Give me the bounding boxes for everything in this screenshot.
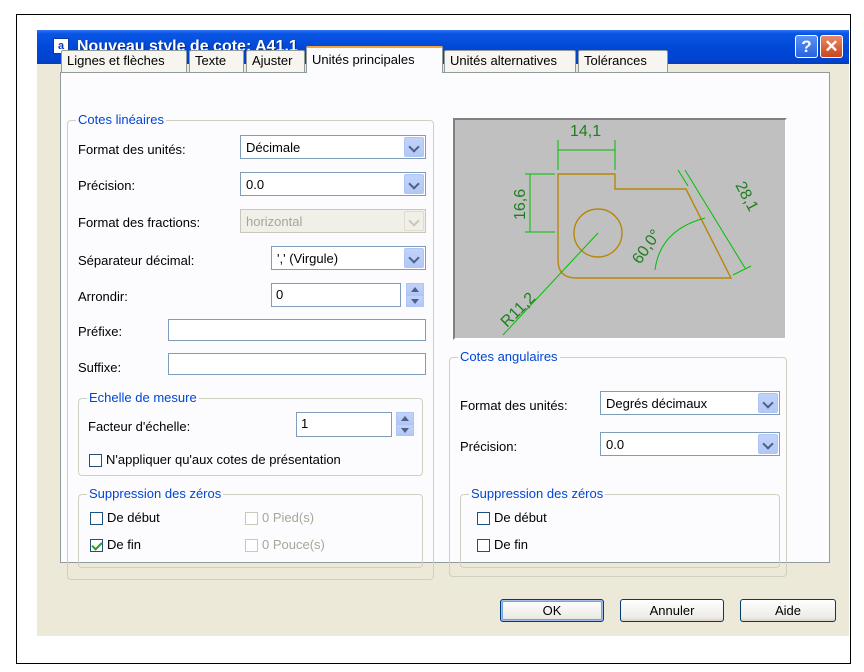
spin-down-icon[interactable] bbox=[396, 424, 414, 436]
chevron-down-icon[interactable] bbox=[758, 434, 778, 454]
chevron-down-icon[interactable] bbox=[404, 137, 424, 157]
linear-trailing-checkbox[interactable] bbox=[90, 539, 103, 552]
preview-labels: 14,1 16,6 28,1 60,0° R11,2 bbox=[498, 123, 761, 331]
inches-checkbox bbox=[245, 539, 258, 552]
preview-drawing: 14,1 16,6 28,1 60,0° R11,2 bbox=[498, 123, 761, 336]
help-title-button[interactable]: ? bbox=[795, 35, 818, 58]
suffix-label: Suffixe: bbox=[78, 360, 122, 375]
round-off-input[interactable]: 0 bbox=[271, 283, 401, 307]
help-button[interactable]: Aide bbox=[740, 599, 836, 622]
ext-line bbox=[732, 265, 752, 276]
scale-factor-label: Facteur d'échelle: bbox=[88, 419, 191, 434]
close-title-button[interactable]: ✕ bbox=[820, 35, 843, 58]
linear-leading-checkbox[interactable] bbox=[90, 512, 103, 525]
feet-checkbox bbox=[245, 512, 258, 525]
fraction-format-label: Format des fractions: bbox=[78, 215, 201, 230]
angular-leading-checkbox[interactable] bbox=[477, 512, 490, 525]
unit-format-value: Décimale bbox=[246, 140, 301, 155]
dim-text-radius: R11,2 bbox=[498, 289, 539, 330]
round-off-spinner[interactable] bbox=[406, 283, 424, 307]
chevron-down-icon[interactable] bbox=[404, 174, 424, 194]
angular-trailing-label: De fin bbox=[494, 537, 528, 552]
fraction-format-dropdown: horizontal bbox=[240, 209, 426, 233]
unit-format-dropdown[interactable]: Décimale bbox=[240, 135, 426, 159]
dim-text-left: 16,6 bbox=[512, 189, 529, 220]
chevron-down-icon[interactable] bbox=[404, 248, 424, 268]
angular-format-dropdown[interactable]: Degrés décimaux bbox=[600, 391, 780, 415]
ok-button[interactable]: OK bbox=[500, 599, 604, 622]
prefix-input[interactable] bbox=[168, 319, 426, 341]
angular-format-value: Degrés décimaux bbox=[606, 396, 708, 411]
linear-group-legend: Cotes linéaires bbox=[76, 112, 166, 127]
tab-tolerances[interactable]: Tolérances bbox=[578, 50, 668, 72]
angular-zero-legend: Suppression des zéros bbox=[469, 486, 606, 501]
angular-group-legend: Cotes angulaires bbox=[458, 349, 560, 364]
chevron-down-icon[interactable] bbox=[758, 393, 778, 413]
chevron-down-icon bbox=[404, 211, 424, 231]
angular-leading-label: De début bbox=[494, 510, 547, 525]
dimension-preview: 14,1 16,6 28,1 60,0° R11,2 bbox=[453, 118, 787, 340]
tab-text[interactable]: Texte bbox=[189, 50, 244, 72]
decimal-separator-value: ',' (Virgule) bbox=[277, 251, 339, 266]
spin-up-icon[interactable] bbox=[396, 412, 414, 424]
fraction-format-value: horizontal bbox=[246, 214, 303, 229]
inches-label: 0 Pouce(s) bbox=[262, 537, 325, 552]
spin-up-icon[interactable] bbox=[406, 283, 424, 295]
precision-dropdown[interactable]: 0.0 bbox=[240, 172, 426, 196]
feet-label: 0 Pied(s) bbox=[262, 510, 315, 525]
round-off-label: Arrondir: bbox=[78, 289, 128, 304]
angular-zero-suppression-group: Suppression des zéros bbox=[460, 486, 780, 568]
prefix-label: Préfixe: bbox=[78, 324, 123, 339]
scale-factor-spinner[interactable] bbox=[396, 412, 414, 436]
angular-precision-value: 0.0 bbox=[606, 437, 625, 452]
decimal-separator-dropdown[interactable]: ',' (Virgule) bbox=[271, 246, 426, 270]
dim-text-right: 28,1 bbox=[731, 179, 761, 215]
dim-text-angle: 60,0° bbox=[629, 227, 664, 268]
tab-alternate-units[interactable]: Unités alternatives bbox=[444, 50, 576, 72]
angular-precision-dropdown[interactable]: 0.0 bbox=[600, 432, 780, 456]
suffix-input[interactable] bbox=[168, 353, 426, 375]
dim-text-top: 14,1 bbox=[570, 123, 601, 140]
dim-arc-angle bbox=[654, 217, 706, 271]
preview-dimensions bbox=[502, 140, 752, 336]
linear-trailing-label: De fin bbox=[107, 537, 141, 552]
tab-fit[interactable]: Ajuster bbox=[246, 50, 305, 72]
round-off-value: 0 bbox=[276, 287, 284, 302]
tab-lines-arrows[interactable]: Lignes et flèches bbox=[61, 50, 187, 72]
decimal-separator-label: Séparateur décimal: bbox=[78, 253, 195, 268]
precision-value: 0.0 bbox=[246, 177, 265, 192]
angular-precision-label: Précision: bbox=[460, 439, 518, 454]
angular-format-label: Format des unités: bbox=[460, 398, 568, 413]
tab-primary-units[interactable]: Unités principales bbox=[306, 46, 443, 73]
linear-leading-label: De début bbox=[107, 510, 160, 525]
layout-only-label: N'appliquer qu'aux cotes de présentation bbox=[106, 452, 341, 467]
scale-factor-value: 1 bbox=[301, 416, 309, 431]
checkmark-icon bbox=[91, 539, 103, 551]
angular-trailing-checkbox[interactable] bbox=[477, 539, 490, 552]
precision-label: Précision: bbox=[78, 178, 136, 193]
cancel-button[interactable]: Annuler bbox=[620, 599, 724, 622]
unit-format-label: Format des unités: bbox=[78, 142, 186, 157]
scale-group-legend: Echelle de mesure bbox=[87, 390, 199, 405]
linear-zero-suppression-group: Suppression des zéros bbox=[78, 486, 423, 568]
spin-down-icon[interactable] bbox=[406, 295, 424, 307]
linear-zero-legend: Suppression des zéros bbox=[87, 486, 224, 501]
scale-factor-input[interactable]: 1 bbox=[296, 412, 392, 437]
layout-only-checkbox[interactable] bbox=[89, 454, 102, 467]
